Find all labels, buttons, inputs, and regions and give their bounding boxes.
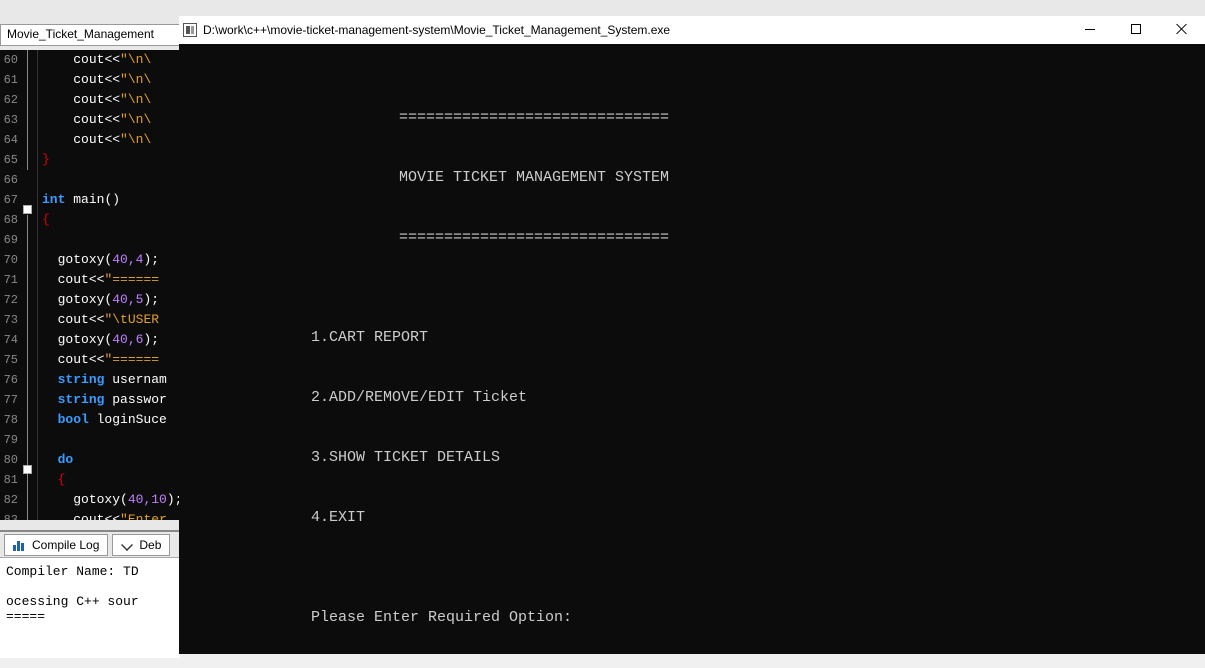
compile-log-tab[interactable]: Compile Log [4, 534, 108, 556]
minimize-icon [1085, 29, 1095, 30]
window-controls [1067, 16, 1205, 44]
line-gutter: 6061626364656667686970717273747576777879… [0, 50, 20, 520]
close-button[interactable] [1159, 16, 1205, 42]
maximize-icon [1131, 24, 1141, 34]
editor-tab[interactable]: Movie_Ticket_Management [0, 24, 180, 46]
minimize-button[interactable] [1067, 16, 1113, 42]
app-icon [183, 23, 197, 37]
console-window: D:\work\c++\movie-ticket-management-syst… [179, 16, 1205, 654]
console-header-title: MOVIE TICKET MANAGEMENT SYSTEM [179, 168, 1205, 188]
title-bar[interactable]: D:\work\c++\movie-ticket-management-syst… [179, 16, 1205, 44]
code-text: cout<<"\n\ cout<<"\n\ cout<<"\n\ cout<<"… [42, 50, 180, 520]
log-line: Compiler Name: TD [6, 564, 139, 579]
maximize-button[interactable] [1113, 16, 1159, 42]
console-menu-item: 1.CART REPORT [179, 328, 1205, 348]
panel-body: Compiler Name: TD ocessing C++ sour ====… [0, 558, 180, 658]
tab-label: Deb [139, 538, 161, 552]
console-prompt: Please Enter Required Option: [179, 608, 1205, 628]
console-header-border: ============================== [179, 108, 1205, 128]
panel-tabs: Compile Log Deb [0, 532, 180, 558]
code-editor[interactable]: 6061626364656667686970717273747576777879… [0, 50, 180, 520]
fold-column [20, 50, 38, 520]
console-menu-item: 2.ADD/REMOVE/EDIT Ticket [179, 388, 1205, 408]
debug-tab[interactable]: Deb [112, 534, 170, 556]
tab-label: Compile Log [32, 538, 99, 552]
console-header-border: ============================== [179, 228, 1205, 248]
close-icon [1176, 23, 1188, 35]
log-line: ocessing C++ sour [6, 594, 139, 609]
console-menu-item: 3.SHOW TICKET DETAILS [179, 448, 1205, 468]
check-icon [121, 539, 133, 551]
window-title: D:\work\c++\movie-ticket-management-syst… [203, 23, 670, 37]
console-menu-item: 4.EXIT [179, 508, 1205, 528]
bar-chart-icon [13, 539, 24, 551]
log-line: ===== [6, 609, 45, 624]
bottom-panel: Compile Log Deb Compiler Name: TD ocessi… [0, 530, 180, 660]
console-body[interactable]: ============================== MOVIE TIC… [179, 44, 1205, 654]
